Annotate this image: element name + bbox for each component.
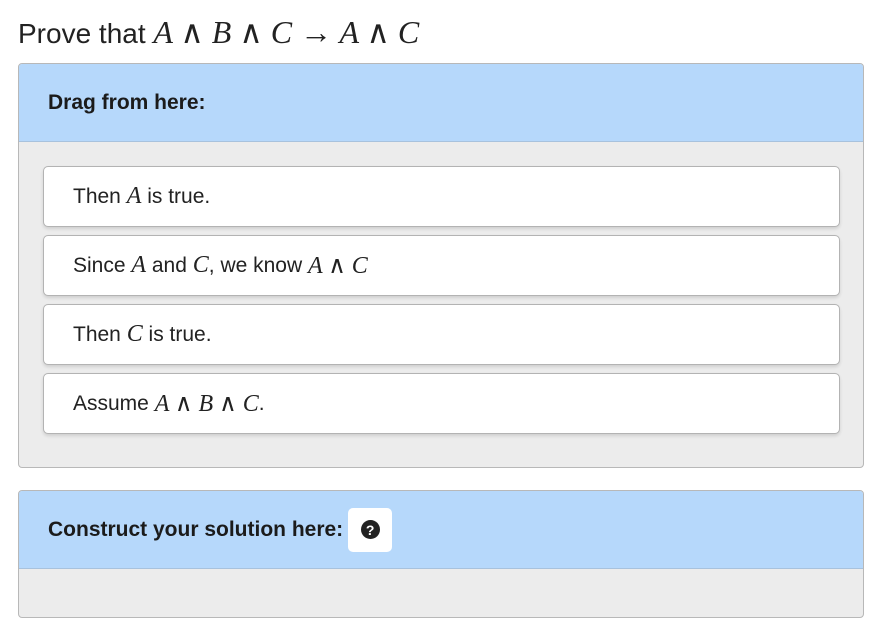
proof-line-block[interactable]: Then A is true. bbox=[43, 166, 840, 227]
solution-panel-heading: Construct your solution here: bbox=[48, 517, 344, 541]
proof-line-text: Since bbox=[73, 253, 132, 277]
proof-line-math: A ∧ B ∧ C bbox=[154, 391, 259, 417]
source-panel-heading: Drag from here: bbox=[48, 90, 206, 114]
proof-line-text: and bbox=[146, 253, 193, 277]
solution-panel[interactable]: Construct your solution here: ? bbox=[18, 490, 864, 618]
proof-line-text: is true. bbox=[141, 184, 211, 208]
proof-line-block[interactable]: Then C is true. bbox=[43, 304, 840, 365]
proof-line-text: is true. bbox=[142, 322, 212, 346]
proof-line-math: A ∧ C bbox=[308, 253, 368, 279]
proof-line-text: Then bbox=[73, 184, 127, 208]
proof-line-text: Assume bbox=[73, 391, 155, 415]
question-circle-icon: ? bbox=[360, 520, 380, 539]
proof-line-text: . bbox=[258, 391, 265, 415]
proof-line-math: C bbox=[192, 252, 209, 278]
solution-drop-zone[interactable] bbox=[19, 569, 863, 617]
source-items-list: Then A is true. Since A and C, we know A… bbox=[19, 142, 863, 434]
problem-statement: Prove that A ∧ B ∧ C → A ∧ C bbox=[18, 10, 419, 56]
proof-line-block[interactable]: Assume A ∧ B ∧ C. bbox=[43, 373, 840, 434]
help-button[interactable]: ? bbox=[348, 507, 393, 552]
solution-panel-header: Construct your solution here: ? bbox=[19, 491, 863, 569]
proof-line-block[interactable]: Since A and C, we know A ∧ C bbox=[43, 235, 840, 296]
proof-line-math: A bbox=[126, 183, 142, 209]
proof-line-math: C bbox=[126, 321, 143, 347]
problem-formula: A ∧ B ∧ C → A ∧ C bbox=[153, 14, 420, 50]
source-panel: Drag from here: Then A is true. Since A … bbox=[18, 63, 864, 468]
proof-line-math: A bbox=[131, 252, 147, 278]
proof-line-text: Then bbox=[73, 322, 127, 346]
proof-line-text: , we know bbox=[208, 253, 308, 277]
problem-prefix: Prove that bbox=[18, 18, 154, 49]
source-panel-header: Drag from here: bbox=[19, 64, 863, 142]
